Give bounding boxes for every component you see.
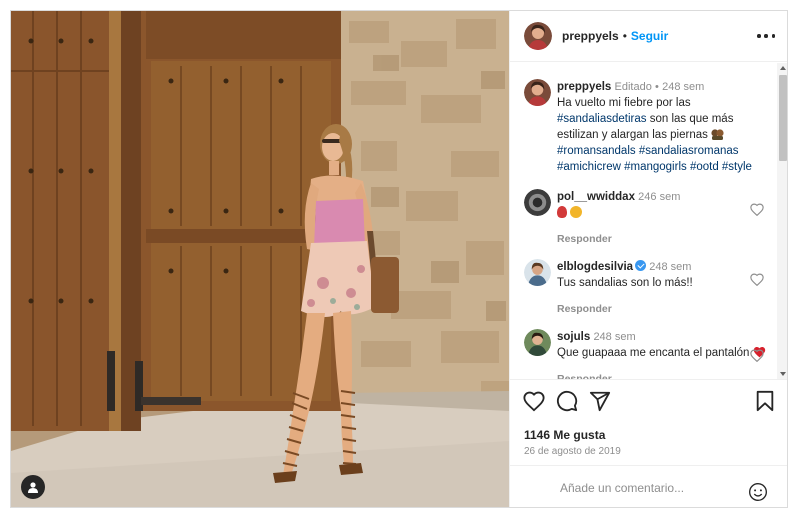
caption-edited: Editado: [614, 81, 652, 93]
caption-body: preppyels Editado • 248 sem Ha vuelto mi…: [557, 79, 767, 175]
comment-item: sojuls 248 sem Que guapaaa me encanta el…: [524, 329, 767, 379]
reply-button[interactable]: Responder: [557, 371, 767, 379]
comment-body: pol__wwiddax 246 sem Responder: [557, 189, 767, 247]
comment-username[interactable]: elblogdesilvia: [557, 261, 633, 273]
hashtag-link[interactable]: #sandaliasdetiras: [557, 113, 647, 125]
photo-illustration: [11, 11, 509, 507]
caption: preppyels Editado • 248 sem Ha vuelto mi…: [524, 79, 764, 179]
comment-input[interactable]: [560, 478, 745, 498]
like-comment-heart-icon[interactable]: [750, 203, 764, 216]
comment-time[interactable]: 246 sem: [638, 191, 680, 203]
more-options-icon[interactable]: [757, 29, 775, 43]
comments-list[interactable]: preppyels Editado • 248 sem Ha vuelto mi…: [510, 63, 787, 379]
clap-emoji-icon: [570, 206, 583, 218]
hashtags[interactable]: #romansandals #sandaliasromanas #amichic…: [557, 143, 767, 175]
reply-button[interactable]: Responder: [557, 301, 767, 317]
header-username[interactable]: preppyels: [562, 29, 619, 43]
post-photo[interactable]: [11, 11, 509, 507]
post-date[interactable]: 26 de agosto de 2019: [524, 446, 621, 457]
comment-time[interactable]: 248 sem: [649, 261, 691, 273]
verified-badge-icon: [635, 260, 647, 271]
follow-button[interactable]: Seguir: [631, 29, 668, 43]
comment-item: elblogdesilvia 248 sem Tus sandalias son…: [524, 259, 764, 319]
add-comment-bar: [510, 465, 787, 507]
avatar[interactable]: [524, 329, 551, 356]
smiley-icon[interactable]: [748, 482, 768, 502]
scroll-down-arrow-icon[interactable]: [780, 372, 786, 376]
comment-item: pol__wwiddax 246 sem Responder: [524, 189, 764, 249]
face-emoji-icon: [711, 129, 724, 141]
comments-scrollbar[interactable]: [777, 63, 787, 379]
comment-body: elblogdesilvia 248 sem Tus sandalias son…: [557, 259, 767, 317]
post-header: preppyels • Seguir: [510, 11, 787, 62]
comment-username[interactable]: sojuls: [557, 331, 590, 343]
like-comment-heart-icon[interactable]: [750, 349, 764, 362]
caption-text-line1: Ha vuelto mi fiebre por las: [557, 97, 691, 109]
avatar[interactable]: [524, 22, 552, 50]
post-sidebar: preppyels • Seguir preppyels Editado • 2…: [509, 11, 787, 507]
comment-text: Tus sandalias son lo más!!: [557, 277, 693, 289]
heart-icon[interactable]: [523, 390, 545, 412]
send-icon[interactable]: [589, 390, 611, 412]
comment-emojis: [557, 205, 767, 221]
bookmark-icon[interactable]: [754, 390, 776, 412]
user-tag-icon[interactable]: [21, 475, 45, 499]
like-comment-heart-icon[interactable]: [750, 273, 764, 286]
comment-body: sojuls 248 sem Que guapaaa me encanta el…: [557, 329, 767, 379]
caption-username[interactable]: preppyels: [557, 81, 611, 93]
avatar[interactable]: [524, 259, 551, 286]
scroll-up-arrow-icon[interactable]: [780, 66, 786, 70]
likes-count[interactable]: 1146 Me gusta: [524, 428, 605, 442]
action-bar: 1146 Me gusta 26 de agosto de 2019: [510, 379, 787, 475]
comment-time[interactable]: 248 sem: [593, 331, 635, 343]
reply-button[interactable]: Responder: [557, 231, 767, 247]
rose-emoji-icon: [557, 206, 567, 218]
caption-dot: •: [655, 81, 659, 93]
post-modal: preppyels • Seguir preppyels Editado • 2…: [10, 10, 788, 508]
comment-text: Que guapaaa me encanta el pantalón: [557, 347, 750, 359]
comment-icon[interactable]: [556, 390, 578, 412]
header-separator: •: [622, 29, 627, 43]
scroll-thumb[interactable]: [779, 75, 787, 161]
avatar[interactable]: [524, 79, 551, 106]
avatar[interactable]: [524, 189, 551, 216]
comment-username[interactable]: pol__wwiddax: [557, 191, 635, 203]
caption-time[interactable]: 248 sem: [662, 81, 704, 93]
